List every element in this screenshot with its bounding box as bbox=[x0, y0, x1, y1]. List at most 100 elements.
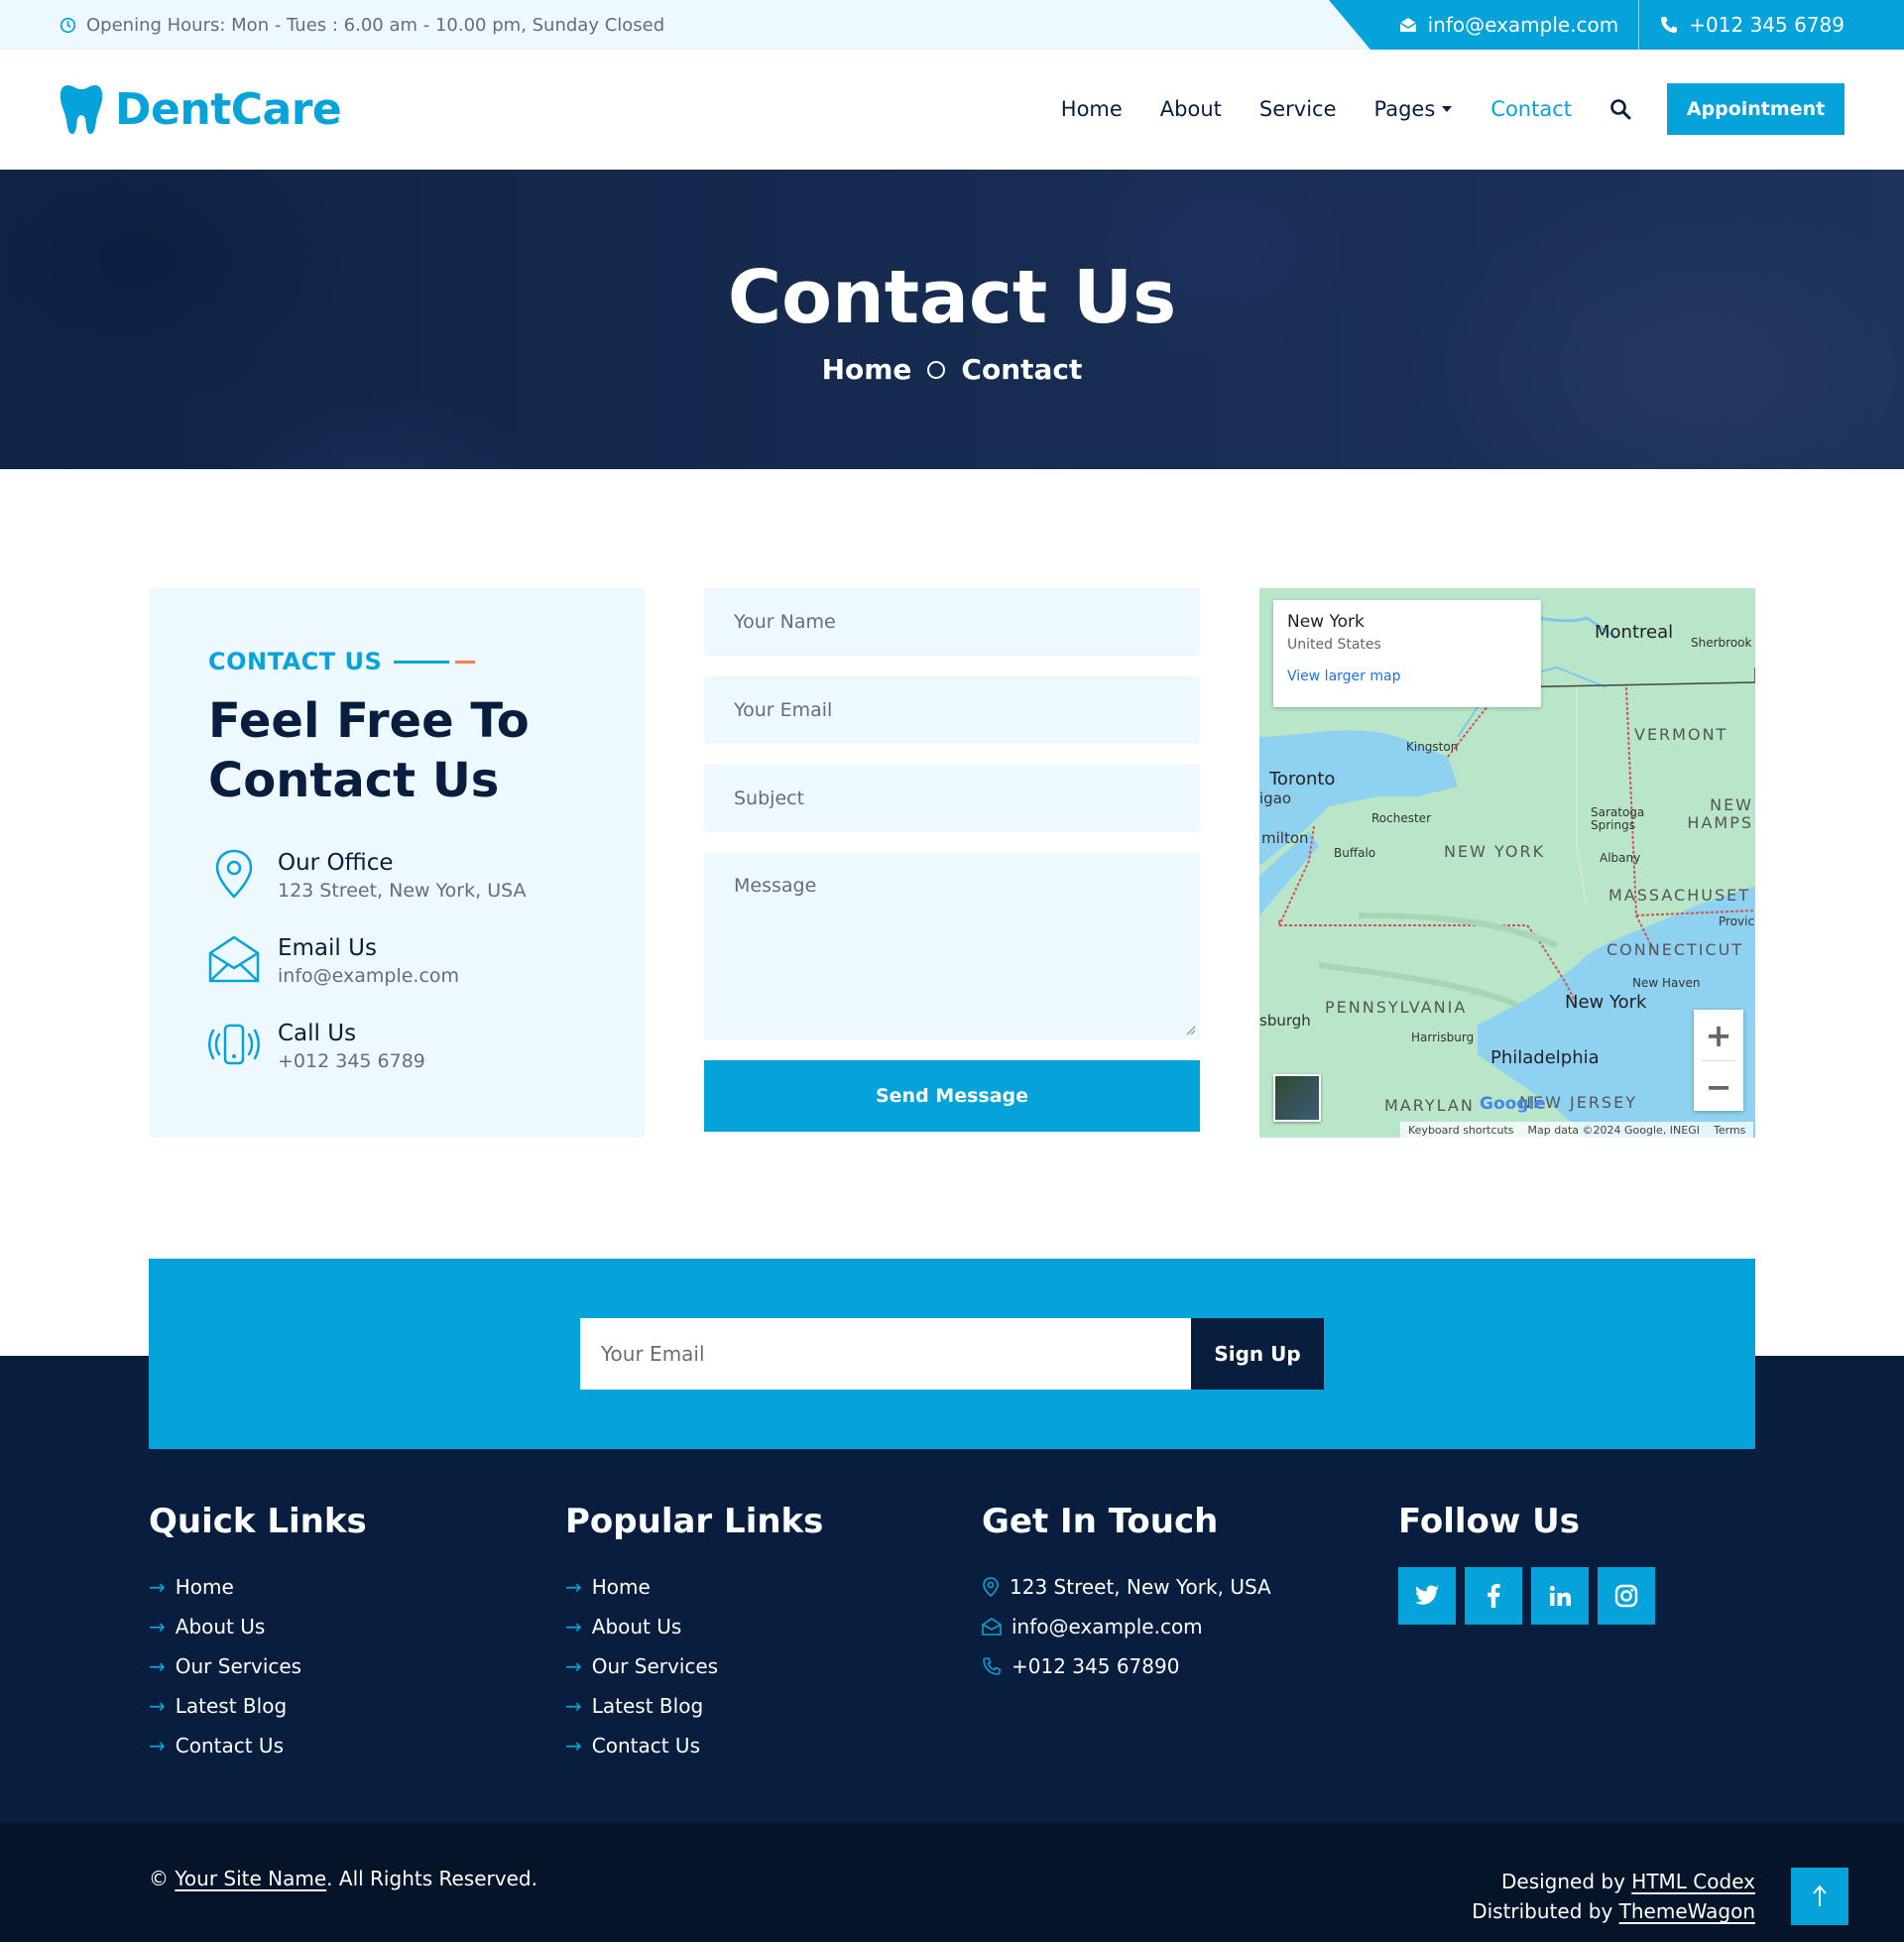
keyboard-shortcuts-link[interactable]: Keyboard shortcuts bbox=[1408, 1124, 1514, 1137]
map-satellite-toggle[interactable] bbox=[1273, 1074, 1321, 1122]
footer-link[interactable]: → Contact Us bbox=[565, 1726, 942, 1765]
topbar-email[interactable]: info@example.com bbox=[1378, 0, 1639, 50]
search-icon bbox=[1610, 99, 1631, 120]
tag-decoration bbox=[394, 660, 476, 664]
footer-link[interactable]: → About Us bbox=[149, 1607, 526, 1646]
page-title: Contact Us bbox=[727, 255, 1177, 340]
caret-down-icon bbox=[1442, 106, 1453, 112]
appointment-button[interactable]: Appointment bbox=[1667, 83, 1844, 135]
map-label: MARYLAN bbox=[1384, 1096, 1475, 1115]
info-value[interactable]: info@example.com bbox=[278, 963, 459, 989]
map-label: Buffalo bbox=[1334, 846, 1376, 860]
footer-link[interactable]: → Our Services bbox=[149, 1646, 526, 1686]
facebook-button[interactable] bbox=[1465, 1567, 1522, 1625]
map-pin-icon bbox=[208, 848, 260, 900]
breadcrumb: Home Contact bbox=[0, 353, 1904, 386]
map-zoom-control: + − bbox=[1694, 1010, 1743, 1111]
phone-icon bbox=[1661, 17, 1678, 33]
arrow-right-icon: → bbox=[149, 1654, 166, 1678]
email-input[interactable]: Your Email bbox=[704, 676, 1200, 744]
arrow-right-icon: → bbox=[565, 1694, 582, 1718]
footer-link[interactable]: → Home bbox=[149, 1567, 526, 1607]
html-codex-link[interactable]: HTML Codex bbox=[1631, 1870, 1755, 1893]
contact-form: Your Name Your Email Subject Message Sen… bbox=[704, 588, 1200, 1132]
footer-link[interactable]: → Contact Us bbox=[149, 1726, 526, 1765]
nav-pages[interactable]: Pages bbox=[1374, 97, 1454, 121]
info-value[interactable]: +012 345 6789 bbox=[278, 1048, 425, 1074]
clock-icon bbox=[60, 17, 76, 33]
topbar-email-text: info@example.com bbox=[1427, 13, 1619, 37]
arrow-right-icon: → bbox=[149, 1694, 166, 1718]
copyright-text: © Your Site Name. All Rights Reserved. bbox=[149, 1867, 537, 1890]
footer-get-in-touch: Get In Touch 123 Street, New York, USA i… bbox=[982, 1502, 1359, 1686]
info-item-office: Our Office 123 Street, New York, USA bbox=[208, 848, 585, 904]
search-button[interactable] bbox=[1609, 98, 1631, 120]
view-larger-map-link[interactable]: View larger map bbox=[1287, 668, 1527, 684]
arrow-right-icon: → bbox=[149, 1575, 166, 1599]
footer-follow-us: Follow Us bbox=[1398, 1502, 1775, 1625]
message-placeholder: Message bbox=[734, 875, 817, 897]
breadcrumb-home[interactable]: Home bbox=[822, 353, 912, 386]
newsletter-form: Your Email Sign Up bbox=[580, 1318, 1324, 1390]
google-map[interactable]: New York United States View larger map M… bbox=[1259, 588, 1755, 1138]
info-label: Email Us bbox=[278, 935, 377, 961]
subject-input[interactable]: Subject bbox=[704, 765, 1200, 832]
brand-logo[interactable]: DentCare bbox=[60, 79, 342, 139]
breadcrumb-separator-icon bbox=[927, 360, 946, 379]
footer-link[interactable]: → About Us bbox=[565, 1607, 942, 1646]
instagram-button[interactable] bbox=[1598, 1567, 1655, 1625]
terms-link[interactable]: Terms bbox=[1714, 1124, 1745, 1137]
map-label: Saratoga Springs bbox=[1591, 805, 1645, 832]
map-pin-icon bbox=[983, 1577, 999, 1597]
footer-popular-links: Popular Links → Home → About Us → Our Servi… bbox=[565, 1502, 942, 1765]
themewagon-link[interactable]: ThemeWagon bbox=[1619, 1899, 1755, 1923]
topbar-phone[interactable]: +012 345 6789 bbox=[1638, 0, 1844, 50]
footer-link[interactable]: → Home bbox=[565, 1567, 942, 1607]
linkedin-button[interactable] bbox=[1531, 1567, 1589, 1625]
footer-link[interactable]: → Latest Blog bbox=[149, 1686, 526, 1726]
tooth-icon bbox=[60, 85, 103, 134]
send-message-button[interactable]: Send Message bbox=[704, 1060, 1200, 1132]
info-value: 123 Street, New York, USA bbox=[278, 880, 527, 902]
nav-about[interactable]: About bbox=[1160, 97, 1222, 121]
nav-pages-label: Pages bbox=[1373, 97, 1436, 121]
newsletter-email-input[interactable]: Your Email bbox=[580, 1318, 1191, 1390]
zoom-out-button[interactable]: − bbox=[1694, 1061, 1743, 1112]
nav-home[interactable]: Home bbox=[1061, 97, 1123, 121]
twitter-button[interactable] bbox=[1398, 1567, 1456, 1625]
footer-link[interactable]: → Latest Blog bbox=[565, 1686, 942, 1726]
map-label: Toronto bbox=[1269, 769, 1336, 789]
site-name-link[interactable]: Your Site Name bbox=[175, 1867, 326, 1890]
arrow-right-icon: → bbox=[149, 1615, 166, 1639]
map-label: Albany bbox=[1600, 851, 1641, 865]
nav-contact[interactable]: Contact bbox=[1490, 97, 1572, 121]
twitter-icon bbox=[1415, 1585, 1439, 1605]
zoom-in-button[interactable]: + bbox=[1694, 1010, 1743, 1060]
arrow-right-icon: → bbox=[565, 1615, 582, 1639]
message-textarea[interactable]: Message bbox=[704, 853, 1200, 1039]
footer-heading: Popular Links bbox=[565, 1502, 824, 1541]
arrow-right-icon: → bbox=[565, 1575, 582, 1599]
nav-service[interactable]: Service bbox=[1259, 97, 1337, 121]
map-label: New Haven bbox=[1632, 976, 1701, 990]
name-input[interactable]: Your Name bbox=[704, 588, 1200, 656]
envelope-icon bbox=[982, 1618, 1002, 1636]
resize-handle-icon[interactable] bbox=[1186, 1026, 1196, 1035]
breadcrumb-current: Contact bbox=[961, 353, 1083, 386]
footer-link[interactable]: → Our Services bbox=[565, 1646, 942, 1686]
footer-phone[interactable]: +012 345 67890 bbox=[982, 1646, 1359, 1686]
map-label: Sherbrook bbox=[1691, 636, 1752, 650]
map-label: NEW HAMPS bbox=[1687, 795, 1753, 832]
info-label: Our Office bbox=[278, 850, 394, 876]
footer-email[interactable]: info@example.com bbox=[982, 1607, 1359, 1646]
phone-icon bbox=[983, 1657, 1001, 1675]
arrow-right-icon: → bbox=[149, 1734, 166, 1758]
newsletter-section: Your Email Sign Up bbox=[149, 1259, 1755, 1449]
sign-up-button[interactable]: Sign Up bbox=[1191, 1318, 1324, 1390]
footer-heading: Get In Touch bbox=[982, 1502, 1219, 1541]
section-tag: CONTACT US bbox=[208, 648, 585, 675]
map-label: New York bbox=[1565, 992, 1647, 1013]
back-to-top-button[interactable] bbox=[1791, 1868, 1848, 1925]
map-label: NEW YORK bbox=[1444, 842, 1546, 861]
map-info-card: New York United States View larger map bbox=[1273, 600, 1541, 707]
